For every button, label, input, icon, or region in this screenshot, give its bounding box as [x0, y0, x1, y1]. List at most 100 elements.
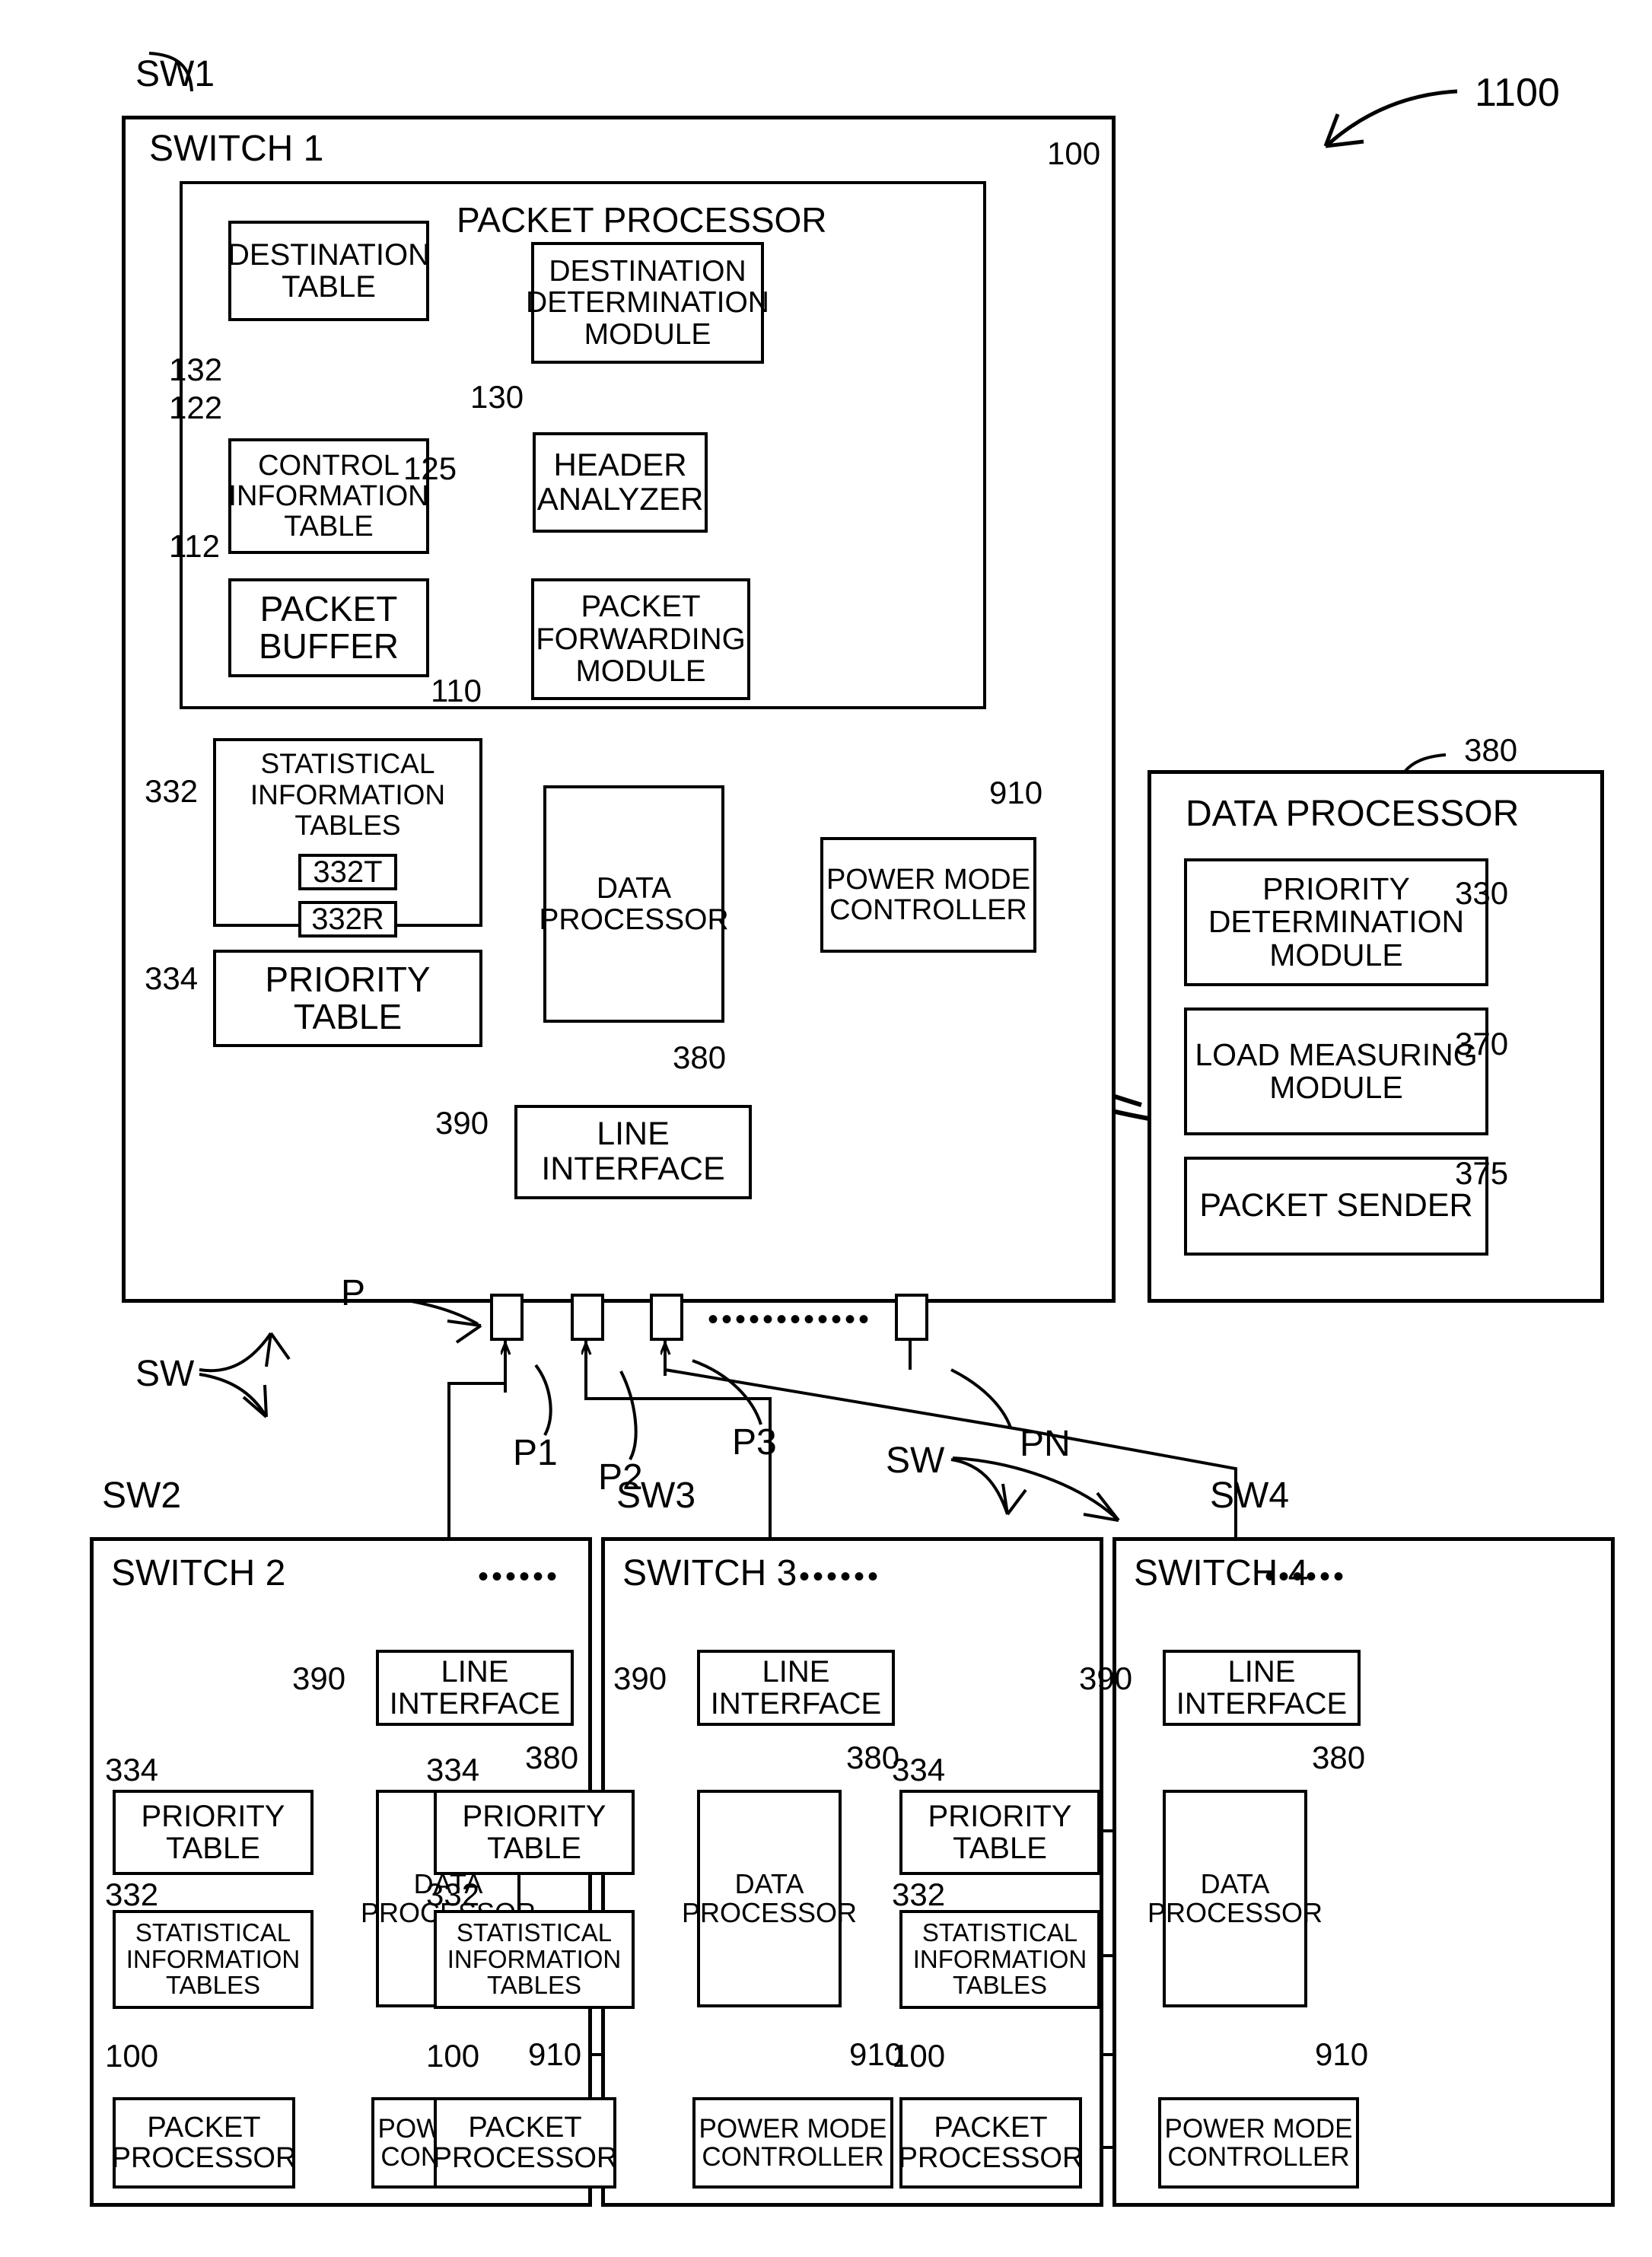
- statistical-table-332T: 332T: [298, 854, 397, 891]
- ref-1100-figure: 1100: [1475, 71, 1560, 115]
- priority-table-label-switch2: PRIORITY TABLE: [141, 1799, 285, 1865]
- ref-380-detail: 380: [1464, 732, 1518, 768]
- statistical-information-tables-box-switch4: STATISTICAL INFORMATION TABLES: [899, 1910, 1100, 2009]
- packet-buffer-box: PACKET BUFFER: [228, 578, 429, 677]
- data-processor-box-switch4: DATA PROCESSOR: [1147, 1790, 1323, 2007]
- port-p3[interactable]: [650, 1294, 683, 1341]
- packet-forwarding-module-label: PACKET FORWARDING MODULE: [536, 590, 746, 689]
- power-mode-controller-box-switch1: POWER MODE CONTROLLER: [820, 837, 1036, 953]
- packet-processor-label-switch4: PACKET PROCESSOR: [898, 2111, 1084, 2174]
- ref-332-switch4: 332: [892, 1877, 946, 1912]
- priority-determination-module-box: PRIORITY DETERMINATION MODULE: [1184, 858, 1488, 986]
- ref-334-switch2: 334: [105, 1752, 159, 1787]
- statistical-table-332T-label: 332T: [313, 855, 383, 889]
- line-interface-label-switch3: LINE INTERFACE: [710, 1654, 882, 1721]
- switch2-title: SWITCH 2: [111, 1553, 286, 1593]
- ref-910-switch2: 910: [528, 2036, 582, 2072]
- ref-334-switch1: 334: [145, 960, 199, 996]
- data-processor-detail-title: DATA PROCESSOR: [1186, 794, 1520, 834]
- ref-100-switch2: 100: [105, 2038, 159, 2074]
- ref-390-switch1: 390: [435, 1105, 489, 1141]
- ref-332-switch3: 332: [426, 1877, 480, 1912]
- power-mode-controller-label-switch4: POWER MODE CONTROLLER: [1164, 2113, 1353, 2172]
- power-mode-controller-box-switch4: POWER MODE CONTROLLER: [1158, 2097, 1359, 2189]
- ref-380-switch4: 380: [1312, 1740, 1366, 1775]
- data-processor-box-switch3: DATA PROCESSOR: [682, 1790, 857, 2007]
- data-processor-box-switch1: DATA PROCESSOR: [539, 785, 729, 1023]
- ref-132: 132: [169, 352, 223, 387]
- port-pn[interactable]: [895, 1294, 928, 1341]
- switch3-ellipsis: ••••••: [799, 1560, 882, 1593]
- ref-390-switch2: 390: [292, 1660, 346, 1696]
- ref-380-switch1: 380: [673, 1039, 727, 1075]
- packet-sender-label: PACKET SENDER: [1199, 1187, 1473, 1224]
- ref-330: 330: [1455, 875, 1509, 911]
- ref-332-switch2: 332: [105, 1877, 159, 1912]
- ref-332-switch1: 332: [145, 773, 199, 809]
- power-mode-controller-label-switch1: POWER MODE CONTROLLER: [826, 863, 1031, 926]
- ports-ellipsis: ••••••••••••: [708, 1303, 873, 1336]
- statistical-information-tables-label-switch2: STATISTICAL INFORMATION TABLES: [126, 1918, 301, 2000]
- priority-table-label-switch4: PRIORITY TABLE: [928, 1799, 1072, 1865]
- packet-processor-label-switch3: PACKET PROCESSOR: [432, 2111, 618, 2174]
- data-processor-label-switch4: DATA PROCESSOR: [1147, 1867, 1323, 1928]
- priority-table-label-switch1: PRIORITY TABLE: [265, 960, 431, 1036]
- packet-processor-box-switch4: PACKET PROCESSOR: [898, 2097, 1084, 2189]
- power-mode-controller-box-switch3: POWER MODE CONTROLLER: [692, 2097, 893, 2189]
- packet-sender-box: PACKET SENDER: [1184, 1157, 1488, 1256]
- statistical-information-tables-box-switch2: STATISTICAL INFORMATION TABLES: [113, 1910, 314, 2009]
- ref-100-switch1: 100: [1047, 135, 1101, 171]
- switch1-tag: SW1: [135, 54, 215, 94]
- packet-buffer-label: PACKET BUFFER: [259, 589, 399, 666]
- ref-390-switch3: 390: [613, 1660, 667, 1696]
- packet-processor-label-switch2: PACKET PROCESSOR: [111, 2111, 297, 2174]
- control-information-table-label: CONTROL INFORMATION TABLE: [228, 449, 429, 543]
- statistical-information-tables-label: STATISTICAL INFORMATION TABLES: [250, 748, 446, 842]
- destination-table-label: DESTINATION TABLE: [228, 237, 430, 304]
- line-interface-box-switch1: LINE INTERFACE: [514, 1105, 752, 1199]
- patent-figure-1100: SW1 SWITCH 1 100 PACKET PROCESSOR DESTIN…: [0, 0, 1652, 2257]
- ref-910-switch1: 910: [989, 775, 1043, 810]
- ref-380-switch2: 380: [525, 1740, 579, 1775]
- destination-table-box: DESTINATION TABLE: [228, 221, 430, 321]
- header-analyzer-box: HEADER ANALYZER: [533, 432, 708, 533]
- power-mode-controller-label-switch3: POWER MODE CONTROLLER: [699, 2113, 887, 2172]
- port-p1[interactable]: [490, 1294, 524, 1341]
- ref-370: 370: [1455, 1026, 1509, 1062]
- priority-table-box-switch1: PRIORITY TABLE: [213, 950, 482, 1047]
- packet-forwarding-module-box: PACKET FORWARDING MODULE: [531, 578, 750, 700]
- destination-determination-module-label: DESTINATION DETERMINATION MODULE: [526, 255, 769, 351]
- priority-table-label-switch3: PRIORITY TABLE: [462, 1799, 606, 1865]
- line-interface-label-switch4: LINE INTERFACE: [1176, 1654, 1348, 1721]
- port-label-p3: P3: [732, 1422, 777, 1463]
- load-measuring-module-label: LOAD MEASURING MODULE: [1195, 1036, 1478, 1105]
- line-interface-label-switch1: LINE INTERFACE: [541, 1116, 725, 1187]
- port-label-p1: P1: [513, 1433, 558, 1473]
- ref-122: 122: [169, 390, 223, 425]
- ref-910-switch4: 910: [1315, 2036, 1369, 2072]
- ref-100-switch4: 100: [892, 2038, 946, 2074]
- switch3-tag: SW3: [616, 1475, 696, 1516]
- line-interface-label-switch2: LINE INTERFACE: [389, 1654, 561, 1721]
- ref-375: 375: [1455, 1155, 1509, 1191]
- sw-group-tag-right: SW: [886, 1440, 945, 1481]
- switch2-ellipsis: ••••••: [478, 1560, 561, 1593]
- switch4-ellipsis: ••••••: [1265, 1560, 1348, 1593]
- priority-table-box-switch2: PRIORITY TABLE: [113, 1790, 314, 1875]
- ref-112: 112: [169, 528, 220, 564]
- statistical-information-tables-label-switch3: STATISTICAL INFORMATION TABLES: [447, 1918, 622, 2000]
- control-information-table-box: CONTROL INFORMATION TABLE: [228, 438, 429, 554]
- ref-390-switch4: 390: [1079, 1660, 1133, 1696]
- priority-table-box-switch3: PRIORITY TABLE: [434, 1790, 635, 1875]
- statistical-table-332R: 332R: [298, 901, 397, 938]
- port-p2[interactable]: [571, 1294, 604, 1341]
- ref-110: 110: [431, 673, 482, 708]
- switch4-tag: SW4: [1210, 1475, 1290, 1516]
- line-interface-box-switch3: LINE INTERFACE: [697, 1650, 895, 1726]
- data-processor-label-switch1: DATA PROCESSOR: [539, 871, 729, 936]
- destination-determination-module-box: DESTINATION DETERMINATION MODULE: [526, 242, 769, 364]
- line-interface-box-switch4: LINE INTERFACE: [1163, 1650, 1361, 1726]
- ref-125: 125: [403, 450, 457, 486]
- switch1-title: SWITCH 1: [149, 129, 324, 169]
- ref-334-switch4: 334: [892, 1752, 946, 1787]
